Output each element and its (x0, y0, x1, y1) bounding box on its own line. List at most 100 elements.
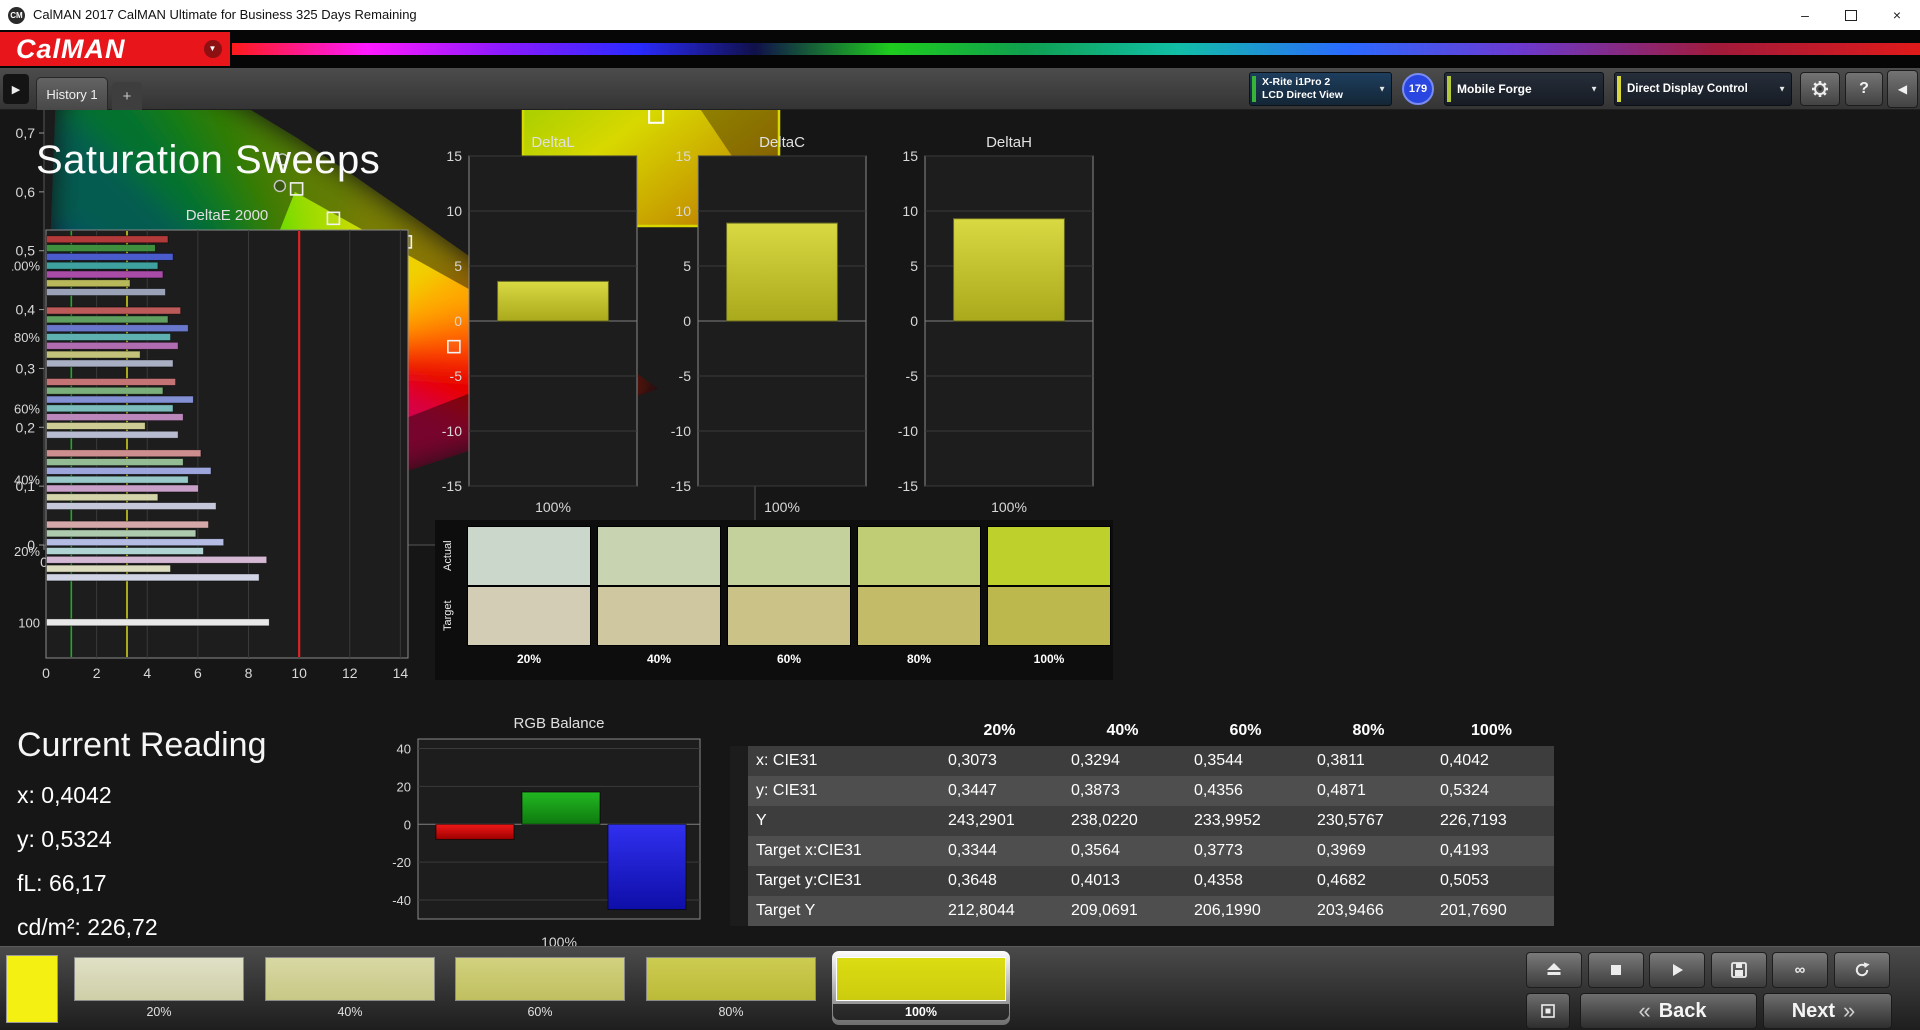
svg-text:0: 0 (910, 313, 918, 329)
saturation-button-swatch (836, 957, 1006, 1001)
page-title: Saturation Sweeps (36, 138, 381, 182)
play-icon (1673, 964, 1683, 976)
maximize-button[interactable] (1828, 0, 1874, 30)
svg-text:-5: -5 (679, 368, 692, 384)
svg-text:5: 5 (910, 258, 918, 274)
stop-icon (1611, 965, 1621, 975)
panel-expander-button[interactable]: ▶ (3, 74, 29, 104)
calman-logo[interactable]: CalMAN ▼ (0, 32, 230, 66)
stop-session-button[interactable] (1526, 993, 1570, 1029)
svg-text:100: 100 (18, 615, 40, 630)
target-swatch (467, 586, 591, 646)
svg-text:15: 15 (902, 148, 918, 164)
meter-name: X-Rite i1Pro 2 (1262, 76, 1331, 88)
svg-text:0,6: 0,6 (16, 184, 36, 200)
settings-button[interactable] (1800, 72, 1840, 106)
saturation-button-100%[interactable]: 100% (832, 951, 1010, 1025)
display-control-accent (1617, 76, 1621, 102)
meter-status-accent (1252, 76, 1256, 102)
table-row: Y 243,2901 238,0220 233,9952 230,5767 226,719… (730, 806, 1554, 836)
refresh-button[interactable] (1834, 952, 1890, 988)
measurement-table: 20% 40% 60% 80% 100% x: CIE31 0,3073 0,3294 0,35… (730, 716, 1554, 926)
logo-caret-icon: ▼ (204, 40, 222, 58)
current-color-preview (6, 955, 58, 1023)
svg-text:14: 14 (393, 665, 409, 681)
back-button[interactable]: « Back (1580, 993, 1757, 1029)
reading-cdm2: cd/m²: 226,72 (17, 914, 158, 940)
saturation-swatch-20%: 20% (467, 520, 591, 680)
svg-text:10: 10 (675, 203, 691, 219)
svg-text:DeltaL: DeltaL (531, 134, 574, 151)
svg-text:0: 0 (42, 665, 50, 681)
meter-count-badge[interactable]: 179 (1402, 73, 1434, 105)
saturation-button-40%[interactable]: 40% (261, 951, 439, 1025)
saturation-button-20%[interactable]: 20% (70, 951, 248, 1025)
saturation-button-swatch (265, 957, 435, 1001)
display-control-selector[interactable]: Direct Display Control ▼ (1614, 72, 1792, 106)
svg-text:0: 0 (404, 817, 411, 832)
actual-swatch (727, 526, 851, 586)
deltae-2000-chart: DeltaE 2000 0 2 4 6 8 10 12 14 100% 80% 60% 40% 20% 10… (7, 204, 432, 693)
meter-selector[interactable]: X-Rite i1Pro 2 LCD Direct View ▼ (1249, 72, 1392, 106)
question-icon: ? (1859, 80, 1869, 97)
window-title: CalMAN 2017 CalMAN Ultimate for Business… (33, 7, 417, 22)
target-swatch (857, 586, 981, 646)
svg-text:40: 40 (397, 741, 411, 756)
svg-text:DeltaC: DeltaC (759, 134, 805, 151)
close-button[interactable]: × (1874, 0, 1920, 30)
table-row: x: CIE31 0,3073 0,3294 0,3544 0,3811 0,4042 (730, 746, 1554, 776)
current-reading-panel: Current Reading x: 0,4042 y: 0,5324 fL: … (17, 726, 266, 941)
target-swatch (727, 586, 851, 646)
tab-bar: ▶ History 1 + X-Rite i1Pro 2 LCD Direct … (0, 68, 1920, 110)
eject-button[interactable] (1526, 952, 1582, 988)
deltah-chart: DeltaH 15 10 5 0 -5 -10 -15 100% (889, 132, 1103, 529)
minimize-icon: – (1801, 7, 1809, 23)
svg-text:10: 10 (446, 203, 462, 219)
saturation-button-80%[interactable]: 80% (642, 951, 820, 1025)
save-button[interactable] (1711, 952, 1767, 988)
loop-button[interactable]: ∞ (1772, 952, 1828, 988)
chevron-down-icon: ▼ (1590, 84, 1598, 94)
reading-x: x: 0,4042 (17, 782, 112, 808)
add-tab-button[interactable]: + (112, 82, 142, 110)
deltal-chart: DeltaL 15 10 5 0 -5 -10 -15 100% (433, 132, 647, 529)
saturation-swatch-40%: 40% (597, 520, 721, 680)
svg-text:5: 5 (454, 258, 462, 274)
svg-text:12: 12 (342, 665, 358, 681)
svg-text:-15: -15 (442, 478, 462, 494)
chevron-left-icon: ◀ (1897, 82, 1908, 96)
svg-text:100%: 100% (535, 499, 571, 515)
tab-history-1[interactable]: History 1 (36, 77, 108, 110)
play-button[interactable] (1649, 952, 1705, 988)
svg-text:-10: -10 (898, 423, 918, 439)
chevrons-left-icon: « (1638, 998, 1651, 1023)
saturation-button-label: 40% (337, 1005, 363, 1019)
meter-mode: LCD Direct View (1262, 89, 1343, 101)
svg-text:RGB Balance: RGB Balance (514, 715, 605, 732)
bottom-bar: « Back Next » 20% 40% 60% 80% 100% ∞ (0, 946, 1920, 1030)
display-control-name: Direct Display Control (1627, 82, 1748, 95)
swatch-label: 40% (646, 652, 672, 666)
table-header-row: 20% 40% 60% 80% 100% (983, 722, 1512, 739)
svg-text:5: 5 (683, 258, 691, 274)
source-selector[interactable]: Mobile Forge ▼ (1444, 72, 1604, 106)
table-row: Target Y 212,8044 209,0691 206,1990 203,9466… (730, 896, 1554, 926)
svg-text:-5: -5 (906, 368, 919, 384)
svg-text:2: 2 (93, 665, 101, 681)
collapse-panel-button[interactable]: ◀ (1887, 70, 1918, 108)
chevron-down-icon: ▼ (1778, 84, 1786, 94)
saturation-button-60%[interactable]: 60% (451, 951, 629, 1025)
swatch-label: 80% (906, 652, 932, 666)
saturation-button-label: 100% (833, 1004, 1009, 1020)
next-button[interactable]: Next » (1763, 993, 1892, 1029)
eject-icon (1547, 963, 1561, 975)
svg-text:-15: -15 (671, 478, 691, 494)
stop-button[interactable] (1588, 952, 1644, 988)
help-button[interactable]: ? (1845, 72, 1883, 106)
minimize-button[interactable]: – (1782, 0, 1828, 30)
svg-text:8: 8 (245, 665, 253, 681)
reading-fl: fL: 66,17 (17, 870, 107, 896)
svg-text:0,7: 0,7 (16, 125, 36, 141)
close-icon: × (1892, 7, 1902, 23)
chevron-down-icon: ▼ (1378, 84, 1386, 94)
